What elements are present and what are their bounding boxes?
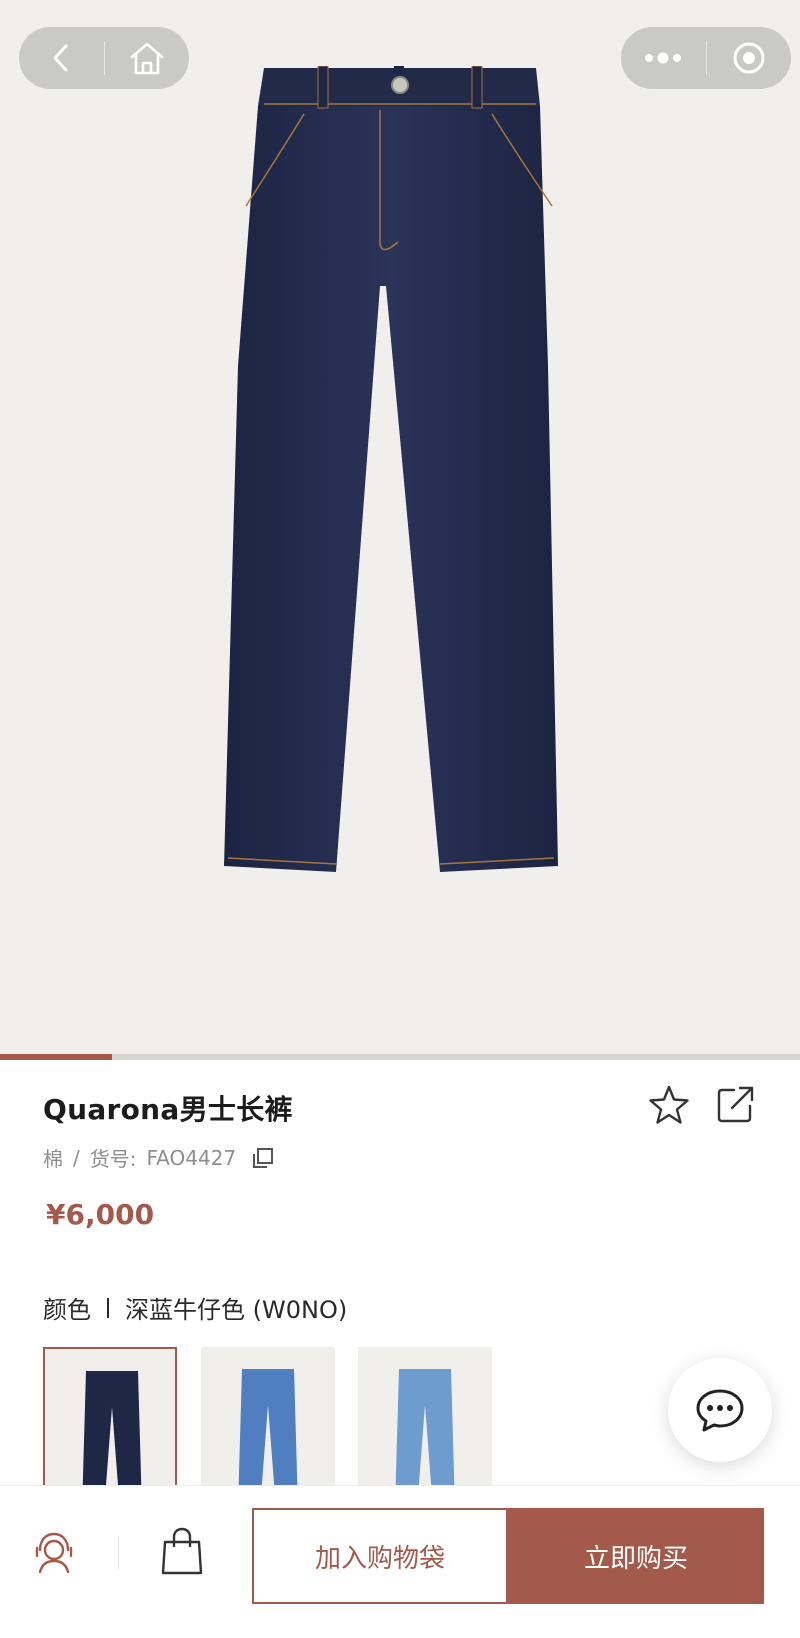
more-icon [645, 52, 682, 64]
nav-capsule-right [621, 27, 791, 89]
color-swatch-light-blue[interactable] [358, 1347, 492, 1487]
product-price: ¥6,000 [46, 1198, 155, 1231]
color-swatch-blue[interactable] [201, 1347, 335, 1487]
swatch-jeans-light [395, 1369, 455, 1487]
color-divider [107, 1297, 109, 1318]
nav-capsule-left [19, 27, 189, 89]
sku-value: FAO4427 [146, 1145, 237, 1170]
customer-service-icon[interactable] [32, 1530, 76, 1574]
product-meta: 棉 / 货号: FAO4427 [43, 1143, 274, 1172]
star-icon[interactable] [648, 1084, 690, 1126]
more-button[interactable] [621, 27, 706, 89]
product-title: Quarona男士长裤 [43, 1093, 293, 1126]
color-label: 颜色 [43, 1296, 91, 1324]
product-image-jeans [224, 66, 558, 872]
add-to-bag-button[interactable]: 加入购物袋 [252, 1508, 508, 1604]
share-icon[interactable] [716, 1084, 756, 1124]
color-swatch-dark-blue[interactable] [43, 1347, 177, 1487]
target-icon [733, 42, 765, 74]
back-button[interactable] [19, 27, 104, 89]
meta-separator: / [73, 1145, 80, 1170]
color-selected-value: 深蓝牛仔色 (W0NO) [125, 1296, 348, 1324]
color-row: 颜色 深蓝牛仔色 (W0NO) [43, 1290, 347, 1325]
chat-icon [696, 1389, 744, 1432]
gallery-progress-bar [0, 1054, 800, 1060]
product-image-gallery[interactable] [0, 0, 800, 1056]
home-button[interactable] [105, 27, 190, 89]
shopping-bag-icon[interactable] [160, 1526, 204, 1576]
swatch-jeans-dark [82, 1371, 142, 1485]
bar-divider [118, 1536, 119, 1570]
sku-label: 货号: [89, 1147, 137, 1171]
swatch-jeans-blue [238, 1369, 298, 1487]
back-icon [53, 44, 68, 72]
gallery-progress-fill [0, 1054, 112, 1060]
product-material: 棉 [43, 1147, 63, 1171]
bottom-action-bar: 加入购物袋 立即购买 [0, 1485, 800, 1638]
chat-button[interactable] [668, 1358, 772, 1462]
copy-icon[interactable] [252, 1147, 274, 1169]
close-miniprogram-button[interactable] [707, 27, 792, 89]
home-icon [130, 42, 164, 75]
buy-now-button[interactable]: 立即购买 [508, 1508, 764, 1604]
